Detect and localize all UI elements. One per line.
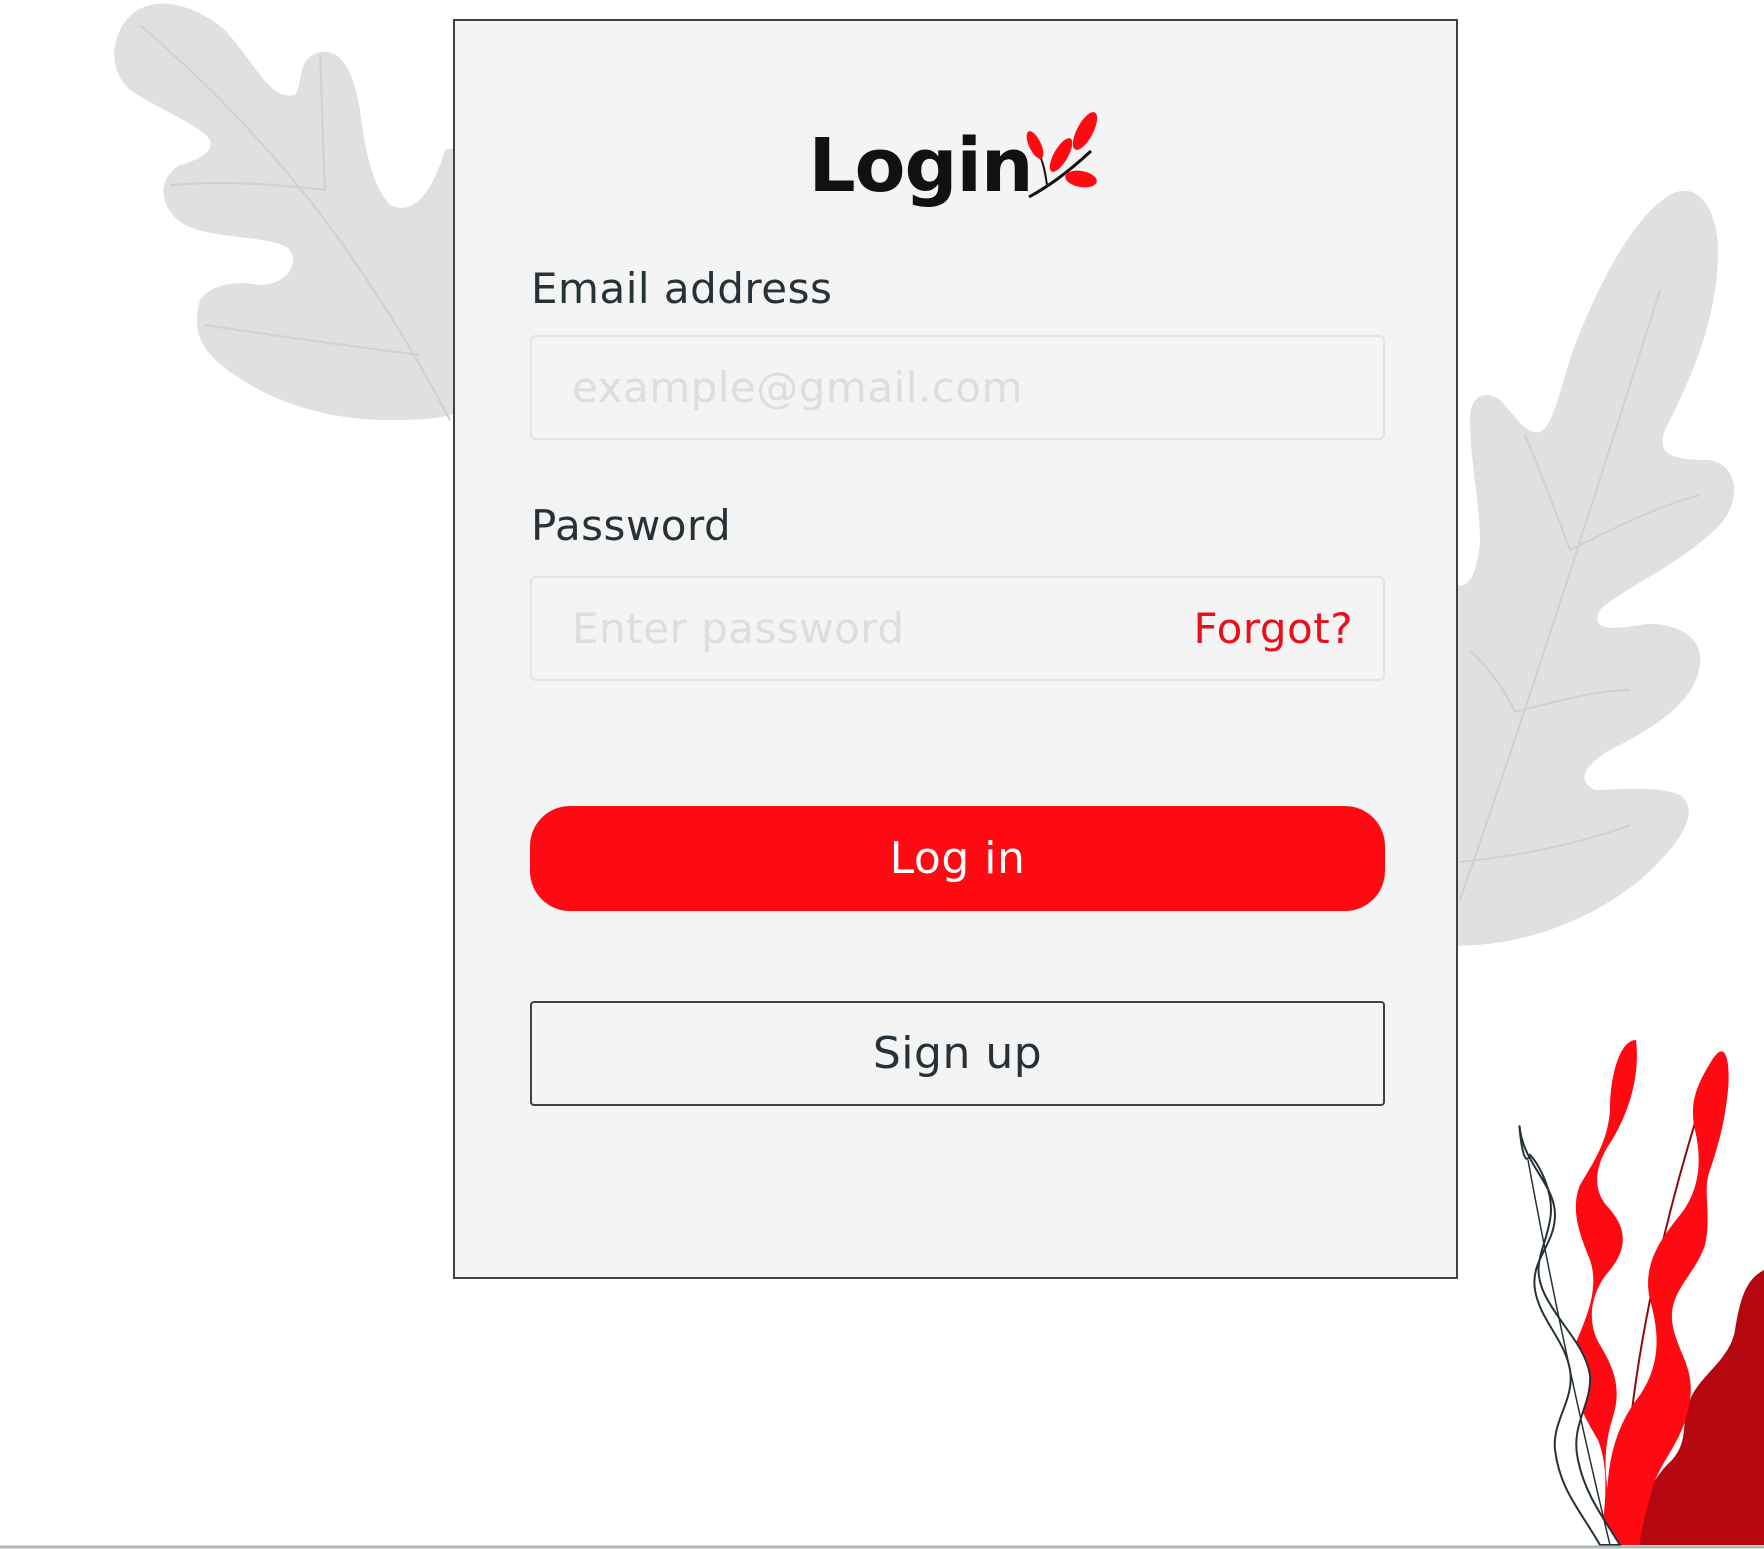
email-label: Email address	[531, 264, 833, 313]
forgot-password-link[interactable]: Forgot?	[1193, 578, 1353, 679]
password-placeholder: Enter password	[572, 604, 905, 653]
signup-button[interactable]: Sign up	[530, 1001, 1385, 1106]
login-title-row: Login	[455, 112, 1456, 216]
right-oak-leaf-illustration	[1440, 190, 1735, 946]
leaf-sprig-icon	[1026, 112, 1097, 199]
red-plant-illustration	[1518, 1040, 1764, 1546]
email-placeholder: example@gmail.com	[572, 363, 1023, 412]
password-input[interactable]: Enter password Forgot?	[530, 576, 1385, 681]
login-button[interactable]: Log in	[530, 806, 1385, 911]
login-card: Login Email address example@gmail.com Pa…	[453, 19, 1458, 1279]
email-input[interactable]: example@gmail.com	[530, 335, 1385, 440]
left-oak-leaf-illustration	[114, 3, 471, 421]
login-page: Login Email address example@gmail.com Pa…	[0, 0, 1764, 1549]
login-title: Login	[808, 123, 1033, 209]
password-label: Password	[531, 501, 732, 550]
